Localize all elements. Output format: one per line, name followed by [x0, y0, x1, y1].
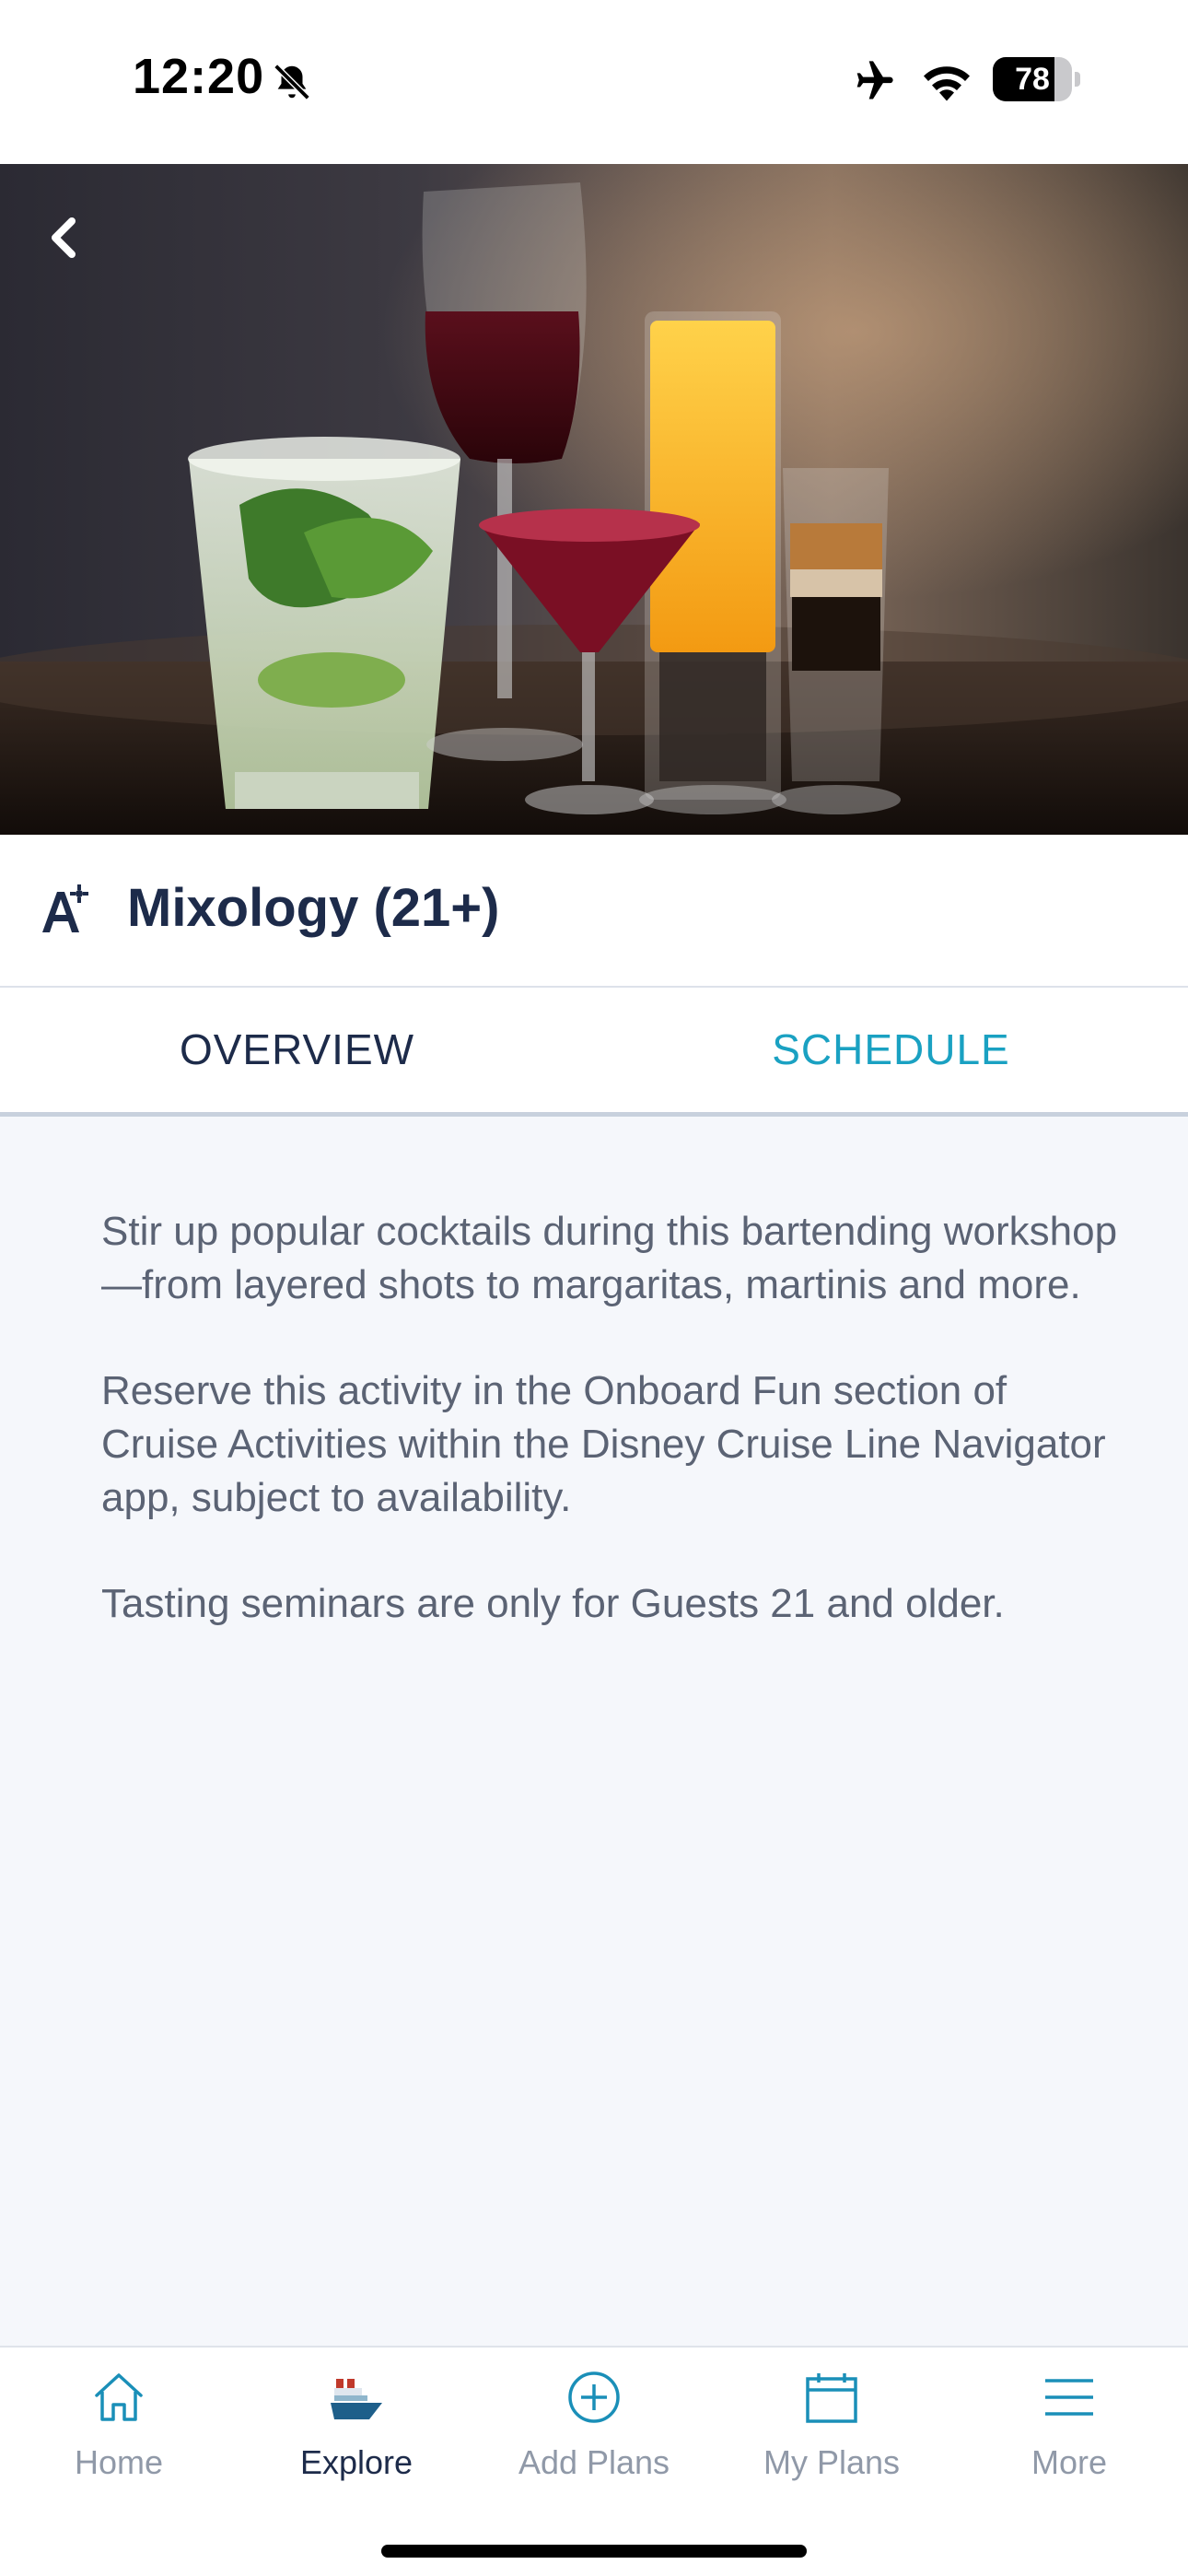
status-bar: 12:20 78 — [0, 0, 1188, 164]
nav-label: Add Plans — [518, 2443, 670, 2481]
nav-explore[interactable]: Explore — [238, 2348, 475, 2486]
ship-icon — [331, 2379, 382, 2419]
tab-bar-top: OVERVIEW SCHEDULE — [0, 988, 1188, 1117]
overview-content: Stir up popular cocktails during this ba… — [101, 1205, 1133, 1683]
activity-sparkle-icon — [42, 884, 88, 932]
calendar-icon — [806, 2373, 857, 2423]
home-icon — [95, 2373, 143, 2421]
nav-label: My Plans — [763, 2443, 901, 2481]
battery-icon: 78 — [993, 57, 1080, 101]
home-indicator[interactable] — [381, 2545, 807, 2558]
status-time: 12:20 — [133, 49, 265, 104]
nav-my-plans[interactable]: My Plans — [713, 2348, 950, 2486]
nav-label: More — [1031, 2443, 1108, 2481]
cocktails-photo — [0, 164, 1188, 835]
overview-paragraph: Tasting seminars are only for Guests 21 … — [101, 1581, 1005, 1626]
nav-label: Home — [74, 2443, 164, 2481]
nav-add-plans[interactable]: Add Plans — [475, 2348, 713, 2486]
overview-paragraph: Stir up popular cocktails during this ba… — [101, 1209, 1118, 1307]
nav-more[interactable]: More — [950, 2348, 1188, 2486]
battery-level: 78 — [1015, 62, 1050, 97]
bell-off-icon — [274, 64, 310, 100]
hero-image — [0, 164, 1188, 835]
page-title: Mixology (21+) — [127, 878, 500, 938]
nav-home[interactable]: Home — [0, 2348, 238, 2486]
chevron-left-icon[interactable] — [28, 201, 101, 275]
tab-schedule[interactable]: SCHEDULE — [594, 988, 1188, 1112]
plus-circle-icon — [568, 2371, 620, 2423]
nav-label: Explore — [299, 2443, 413, 2481]
overview-paragraph: Reserve this activity in the Onboard Fun… — [101, 1368, 1106, 1520]
bottom-navigation: Home Explore Add Plans My Plans More — [0, 2346, 1188, 2576]
menu-icon — [1045, 2379, 1093, 2416]
airplane-icon — [856, 61, 893, 100]
wifi-icon — [924, 66, 970, 101]
tab-overview[interactable]: OVERVIEW — [0, 988, 594, 1112]
activity-header: Mixology (21+) — [0, 835, 1188, 988]
